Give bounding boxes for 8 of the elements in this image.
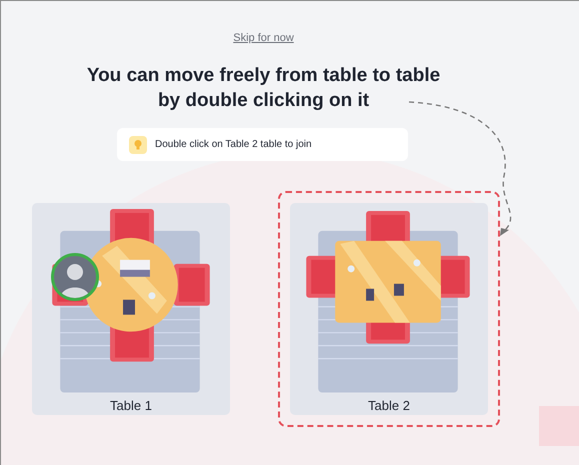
- hint-text: Double click on Table 2 table to join: [155, 138, 312, 152]
- skip-link[interactable]: Skip for now: [233, 32, 294, 44]
- heading: You can move freely from table to table by double clicking on it: [86, 64, 442, 113]
- table-label: Table 2: [368, 396, 410, 414]
- table-card[interactable]: Table 1: [32, 203, 230, 415]
- lightbulb-icon: [129, 136, 147, 154]
- table-label: Table 1: [110, 396, 152, 414]
- table-card[interactable]: Table 2: [290, 203, 488, 415]
